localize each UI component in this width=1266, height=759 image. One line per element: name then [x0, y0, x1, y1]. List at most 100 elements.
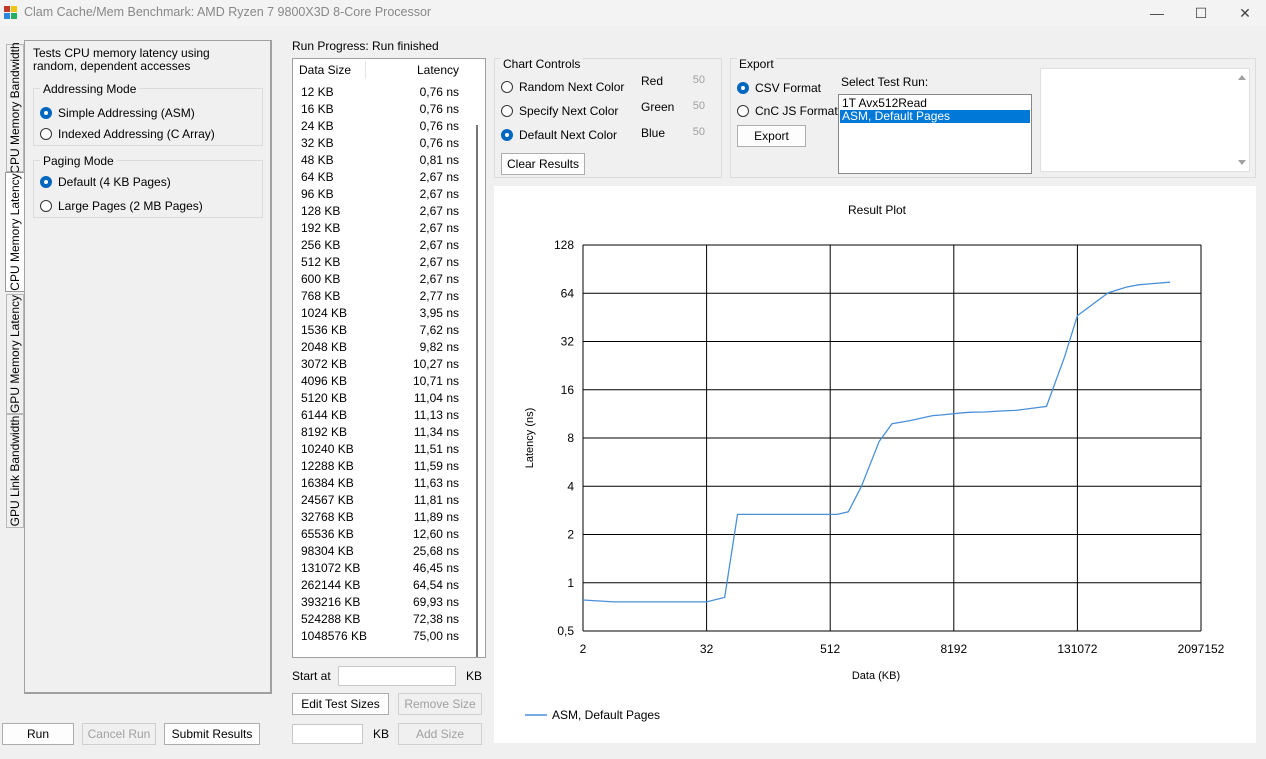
result-row[interactable]: 24567 KB 11,81 ns [301, 493, 459, 510]
export-button[interactable]: Export [737, 125, 806, 147]
addressing-simple-radio[interactable]: Simple Addressing (ASM) [40, 106, 195, 120]
result-row[interactable]: 16 KB 0,76 ns [301, 102, 459, 119]
blue-input[interactable]: 50 [683, 126, 705, 144]
paging-mode-title: Paging Mode [40, 154, 117, 168]
export-output-box[interactable] [1040, 68, 1250, 172]
test-run-list[interactable]: 1T Avx512Read ASM, Default Pages [838, 94, 1032, 174]
add-size-button[interactable]: Add Size [398, 723, 482, 745]
result-row[interactable]: 64 KB 2,67 ns [301, 170, 459, 187]
close-button[interactable]: ✕ [1222, 0, 1266, 26]
row-latency: 2,67 ns [419, 238, 459, 252]
results-list[interactable]: Data Size Latency 12 KB 0,76 ns 16 KB 0,76 … [292, 58, 486, 658]
row-data-size: 131072 KB [301, 561, 361, 575]
result-row[interactable]: 8192 KB 11,34 ns [301, 425, 459, 442]
row-latency: 75,00 ns [412, 629, 459, 643]
row-data-size: 393216 KB [301, 595, 361, 609]
y-tick-label: 128 [554, 238, 574, 252]
result-row[interactable]: 65536 KB 12,60 ns [301, 527, 459, 544]
result-row[interactable]: 768 KB 2,77 ns [301, 289, 459, 306]
result-row[interactable]: 512 KB 2,67 ns [301, 255, 459, 272]
result-row[interactable]: 393216 KB 69,93 ns [301, 595, 459, 612]
result-row[interactable]: 3072 KB 10,27 ns [301, 357, 459, 374]
tab-cpu-memory-latency[interactable]: CPU Memory Latency [5, 172, 25, 292]
paging-mode-group: Paging Mode Default (4 KB Pages) Large P… [33, 154, 263, 218]
test-run-item-selected[interactable]: ASM, Default Pages [840, 110, 1030, 123]
scroll-down-icon[interactable] [1237, 159, 1247, 167]
result-row[interactable]: 600 KB 2,67 ns [301, 272, 459, 289]
paging-large-radio[interactable]: Large Pages (2 MB Pages) [40, 199, 203, 213]
red-label: Red [641, 74, 664, 88]
row-latency: 12,60 ns [412, 527, 459, 541]
test-description: Tests CPU memory latency using random, d… [33, 46, 210, 73]
cancel-run-button[interactable]: Cancel Run [82, 723, 156, 745]
row-data-size: 512 KB [301, 255, 341, 269]
result-row[interactable]: 6144 KB 11,13 ns [301, 408, 459, 425]
result-row[interactable]: 98304 KB 25,68 ns [301, 544, 459, 561]
result-plot-area: Result Plot 0,5 1 2 4 8 16 32 64 128 2 32 512 8192 131… [494, 186, 1256, 743]
start-at-input[interactable] [338, 666, 456, 686]
row-latency: 25,68 ns [412, 544, 459, 558]
result-row[interactable]: 4096 KB 10,71 ns [301, 374, 459, 391]
row-latency: 0,76 ns [419, 136, 459, 150]
result-row[interactable]: 96 KB 2,67 ns [301, 187, 459, 204]
paging-default-radio[interactable]: Default (4 KB Pages) [40, 175, 171, 189]
result-row[interactable]: 16384 KB 11,63 ns [301, 476, 459, 493]
run-progress-status: Run finished [372, 39, 439, 53]
default-color-radio[interactable]: Default Next Color [501, 128, 617, 142]
result-row[interactable]: 131072 KB 46,45 ns [301, 561, 459, 578]
radio-selected-icon [40, 176, 52, 188]
row-data-size: 24 KB [301, 119, 334, 133]
x-tick-label: 8192 [940, 642, 967, 656]
row-data-size: 524288 KB [301, 612, 361, 626]
results-scrollbar[interactable] [476, 125, 478, 657]
tab-cpu-memory-bandwidth[interactable]: CPU Memory Bandwidth [6, 42, 24, 174]
y-tick-label: 0,5 [557, 624, 574, 638]
addressing-indexed-radio[interactable]: Indexed Addressing (C Array) [40, 127, 215, 141]
result-row[interactable]: 262144 KB 64,54 ns [301, 578, 459, 595]
result-row[interactable]: 1536 KB 7,62 ns [301, 323, 459, 340]
legend-label: ASM, Default Pages [552, 708, 660, 722]
clear-results-button[interactable]: Clear Results [501, 153, 585, 175]
result-row[interactable]: 128 KB 2,67 ns [301, 204, 459, 221]
result-row[interactable]: 48 KB 0,81 ns [301, 153, 459, 170]
row-data-size: 32768 KB [301, 510, 354, 524]
remove-size-button[interactable]: Remove Size [398, 693, 482, 715]
result-row[interactable]: 192 KB 2,67 ns [301, 221, 459, 238]
result-row[interactable]: 1048576 KB 75,00 ns [301, 629, 459, 646]
result-row[interactable]: 12 KB 0,76 ns [301, 85, 459, 102]
random-color-radio[interactable]: Random Next Color [501, 80, 624, 94]
row-data-size: 5120 KB [301, 391, 348, 405]
tab-gpu-memory-latency[interactable]: GPU Memory Latency [6, 294, 24, 414]
minimize-button[interactable]: — [1134, 0, 1180, 26]
result-row[interactable]: 524288 KB 72,38 ns [301, 612, 459, 629]
result-row[interactable]: 5120 KB 11,04 ns [301, 391, 459, 408]
result-row[interactable]: 24 KB 0,76 ns [301, 119, 459, 136]
scroll-up-icon[interactable] [1237, 73, 1247, 81]
green-input[interactable]: 50 [683, 100, 705, 118]
result-row[interactable]: 32 KB 0,76 ns [301, 136, 459, 153]
result-row[interactable]: 1024 KB 3,95 ns [301, 306, 459, 323]
submit-results-button[interactable]: Submit Results [164, 723, 260, 745]
csv-format-radio[interactable]: CSV Format [737, 81, 821, 95]
add-size-input[interactable] [292, 724, 363, 744]
run-button[interactable]: Run [2, 723, 74, 745]
row-latency: 69,93 ns [412, 595, 459, 609]
row-data-size: 600 KB [301, 272, 341, 286]
maximize-button[interactable]: ☐ [1178, 0, 1224, 26]
specify-color-radio[interactable]: Specify Next Color [501, 104, 618, 118]
window-title: Clam Cache/Mem Benchmark: AMD Ryzen 7 98… [24, 5, 432, 19]
cnc-js-format-radio[interactable]: CnC JS Format [737, 104, 838, 118]
run-progress-label: Run Progress: [292, 39, 369, 53]
tab-gpu-link-bandwidth[interactable]: GPU Link Bandwidth [6, 414, 24, 528]
edit-test-sizes-button[interactable]: Edit Test Sizes [292, 693, 389, 715]
series-line [582, 281, 1171, 603]
result-row[interactable]: 32768 KB 11,89 ns [301, 510, 459, 527]
result-row[interactable]: 2048 KB 9,82 ns [301, 340, 459, 357]
row-latency: 2,67 ns [419, 221, 459, 235]
result-row[interactable]: 12288 KB 11,59 ns [301, 459, 459, 476]
result-row[interactable]: 256 KB 2,67 ns [301, 238, 459, 255]
y-tick-label: 16 [561, 383, 575, 397]
result-row[interactable]: 10240 KB 11,51 ns [301, 442, 459, 459]
y-tick-label: 8 [567, 431, 574, 445]
red-input[interactable]: 50 [683, 74, 705, 92]
